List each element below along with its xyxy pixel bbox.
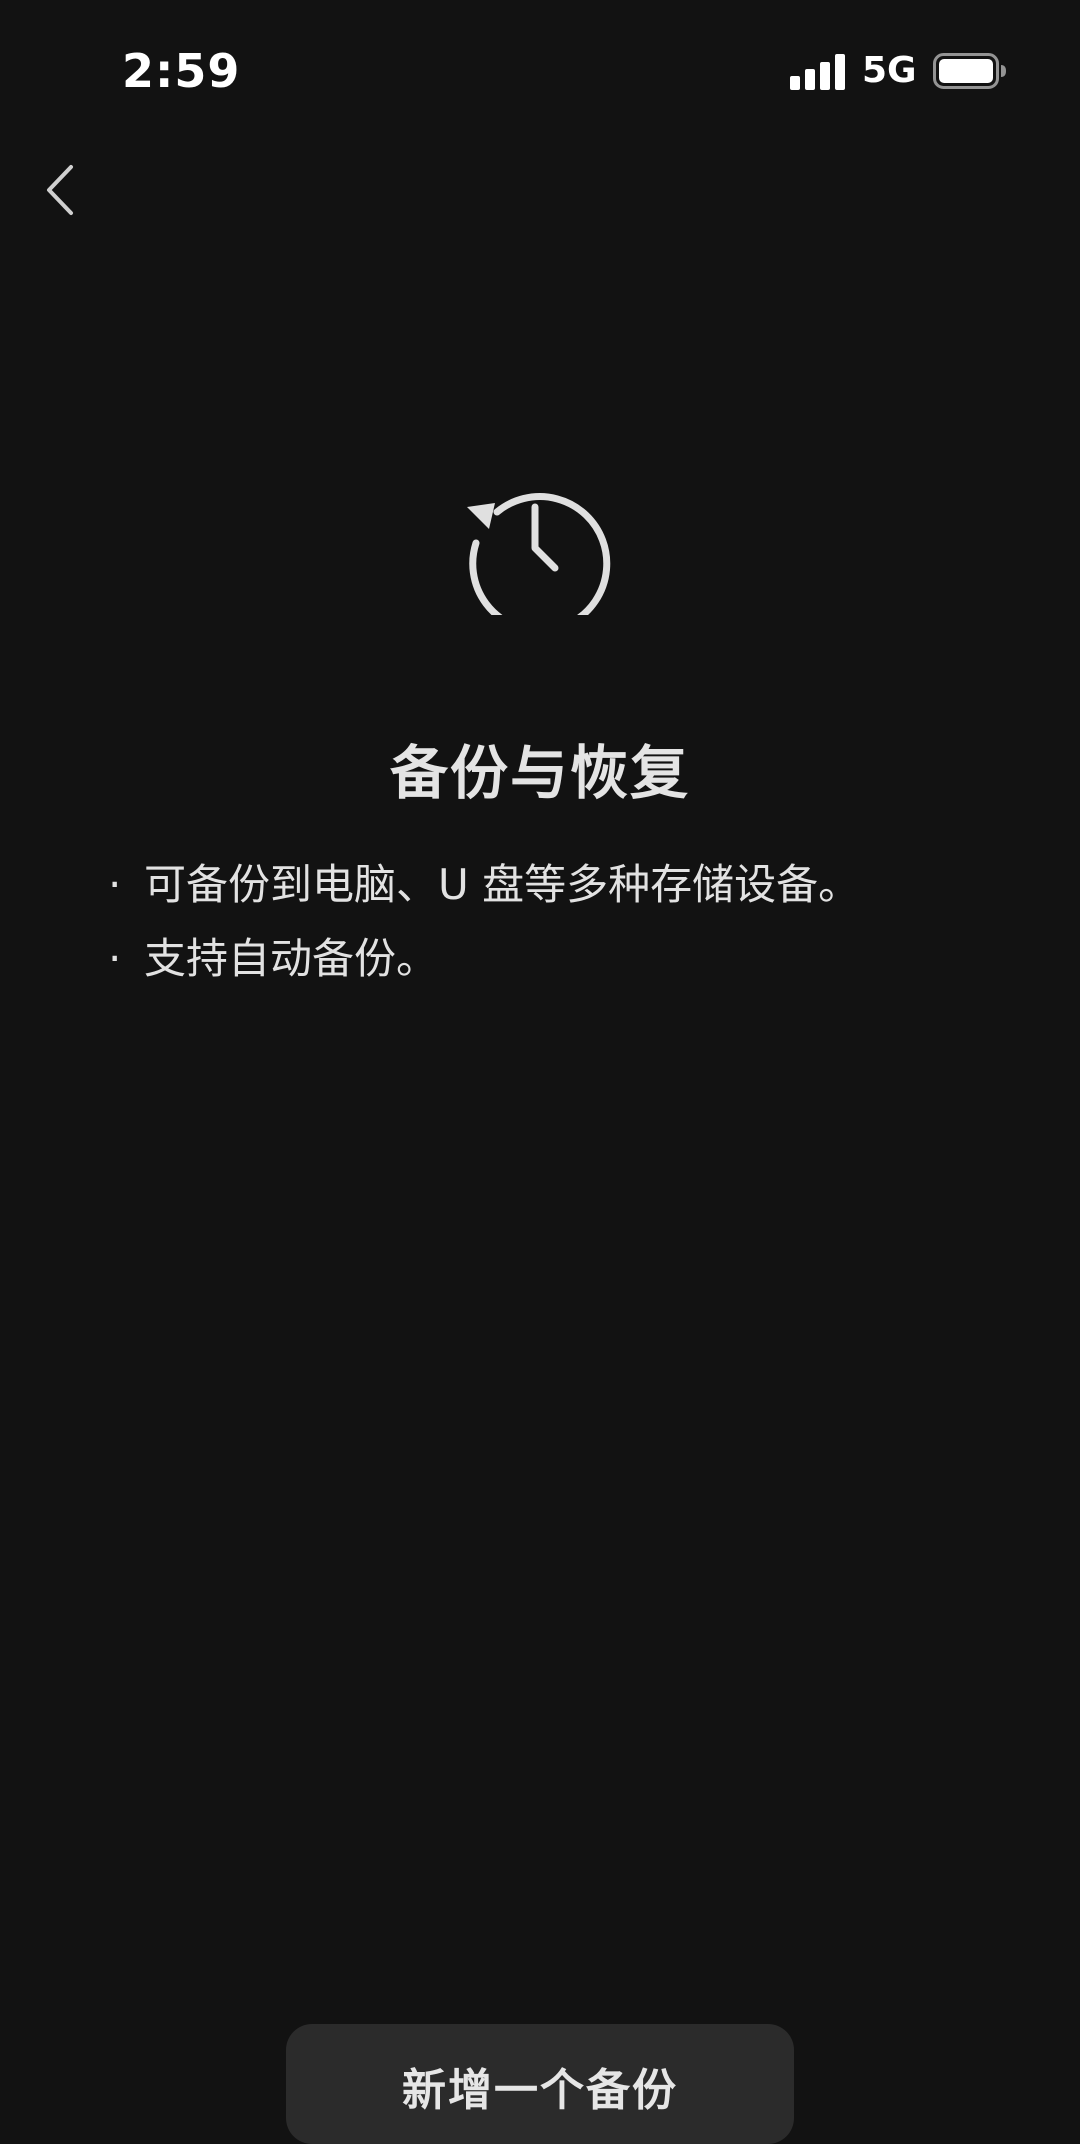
list-item: · 支持自动备份。 bbox=[104, 922, 860, 996]
history-clock-icon bbox=[467, 493, 611, 615]
list-item: · 可备份到电脑、U 盘等多种存储设备。 bbox=[104, 848, 860, 922]
status-time: 2:59 bbox=[122, 44, 241, 98]
battery-icon bbox=[933, 53, 1006, 89]
back-button[interactable] bbox=[30, 150, 90, 230]
feature-list: · 可备份到电脑、U 盘等多种存储设备。 · 支持自动备份。 bbox=[104, 848, 860, 996]
cellular-signal-icon bbox=[790, 54, 845, 90]
network-type: 5G bbox=[862, 50, 917, 91]
add-backup-button[interactable]: 新增一个备份 bbox=[286, 2024, 794, 2144]
feature-text: 可备份到电脑、U 盘等多种存储设备。 bbox=[144, 860, 861, 909]
bullet: · bbox=[108, 934, 122, 983]
feature-text: 支持自动备份。 bbox=[144, 934, 439, 983]
bullet: · bbox=[108, 860, 122, 909]
status-bar: 2:59 5G bbox=[0, 0, 1080, 140]
chevron-left-icon bbox=[47, 165, 73, 215]
page-title: 备份与恢复 bbox=[389, 739, 690, 807]
